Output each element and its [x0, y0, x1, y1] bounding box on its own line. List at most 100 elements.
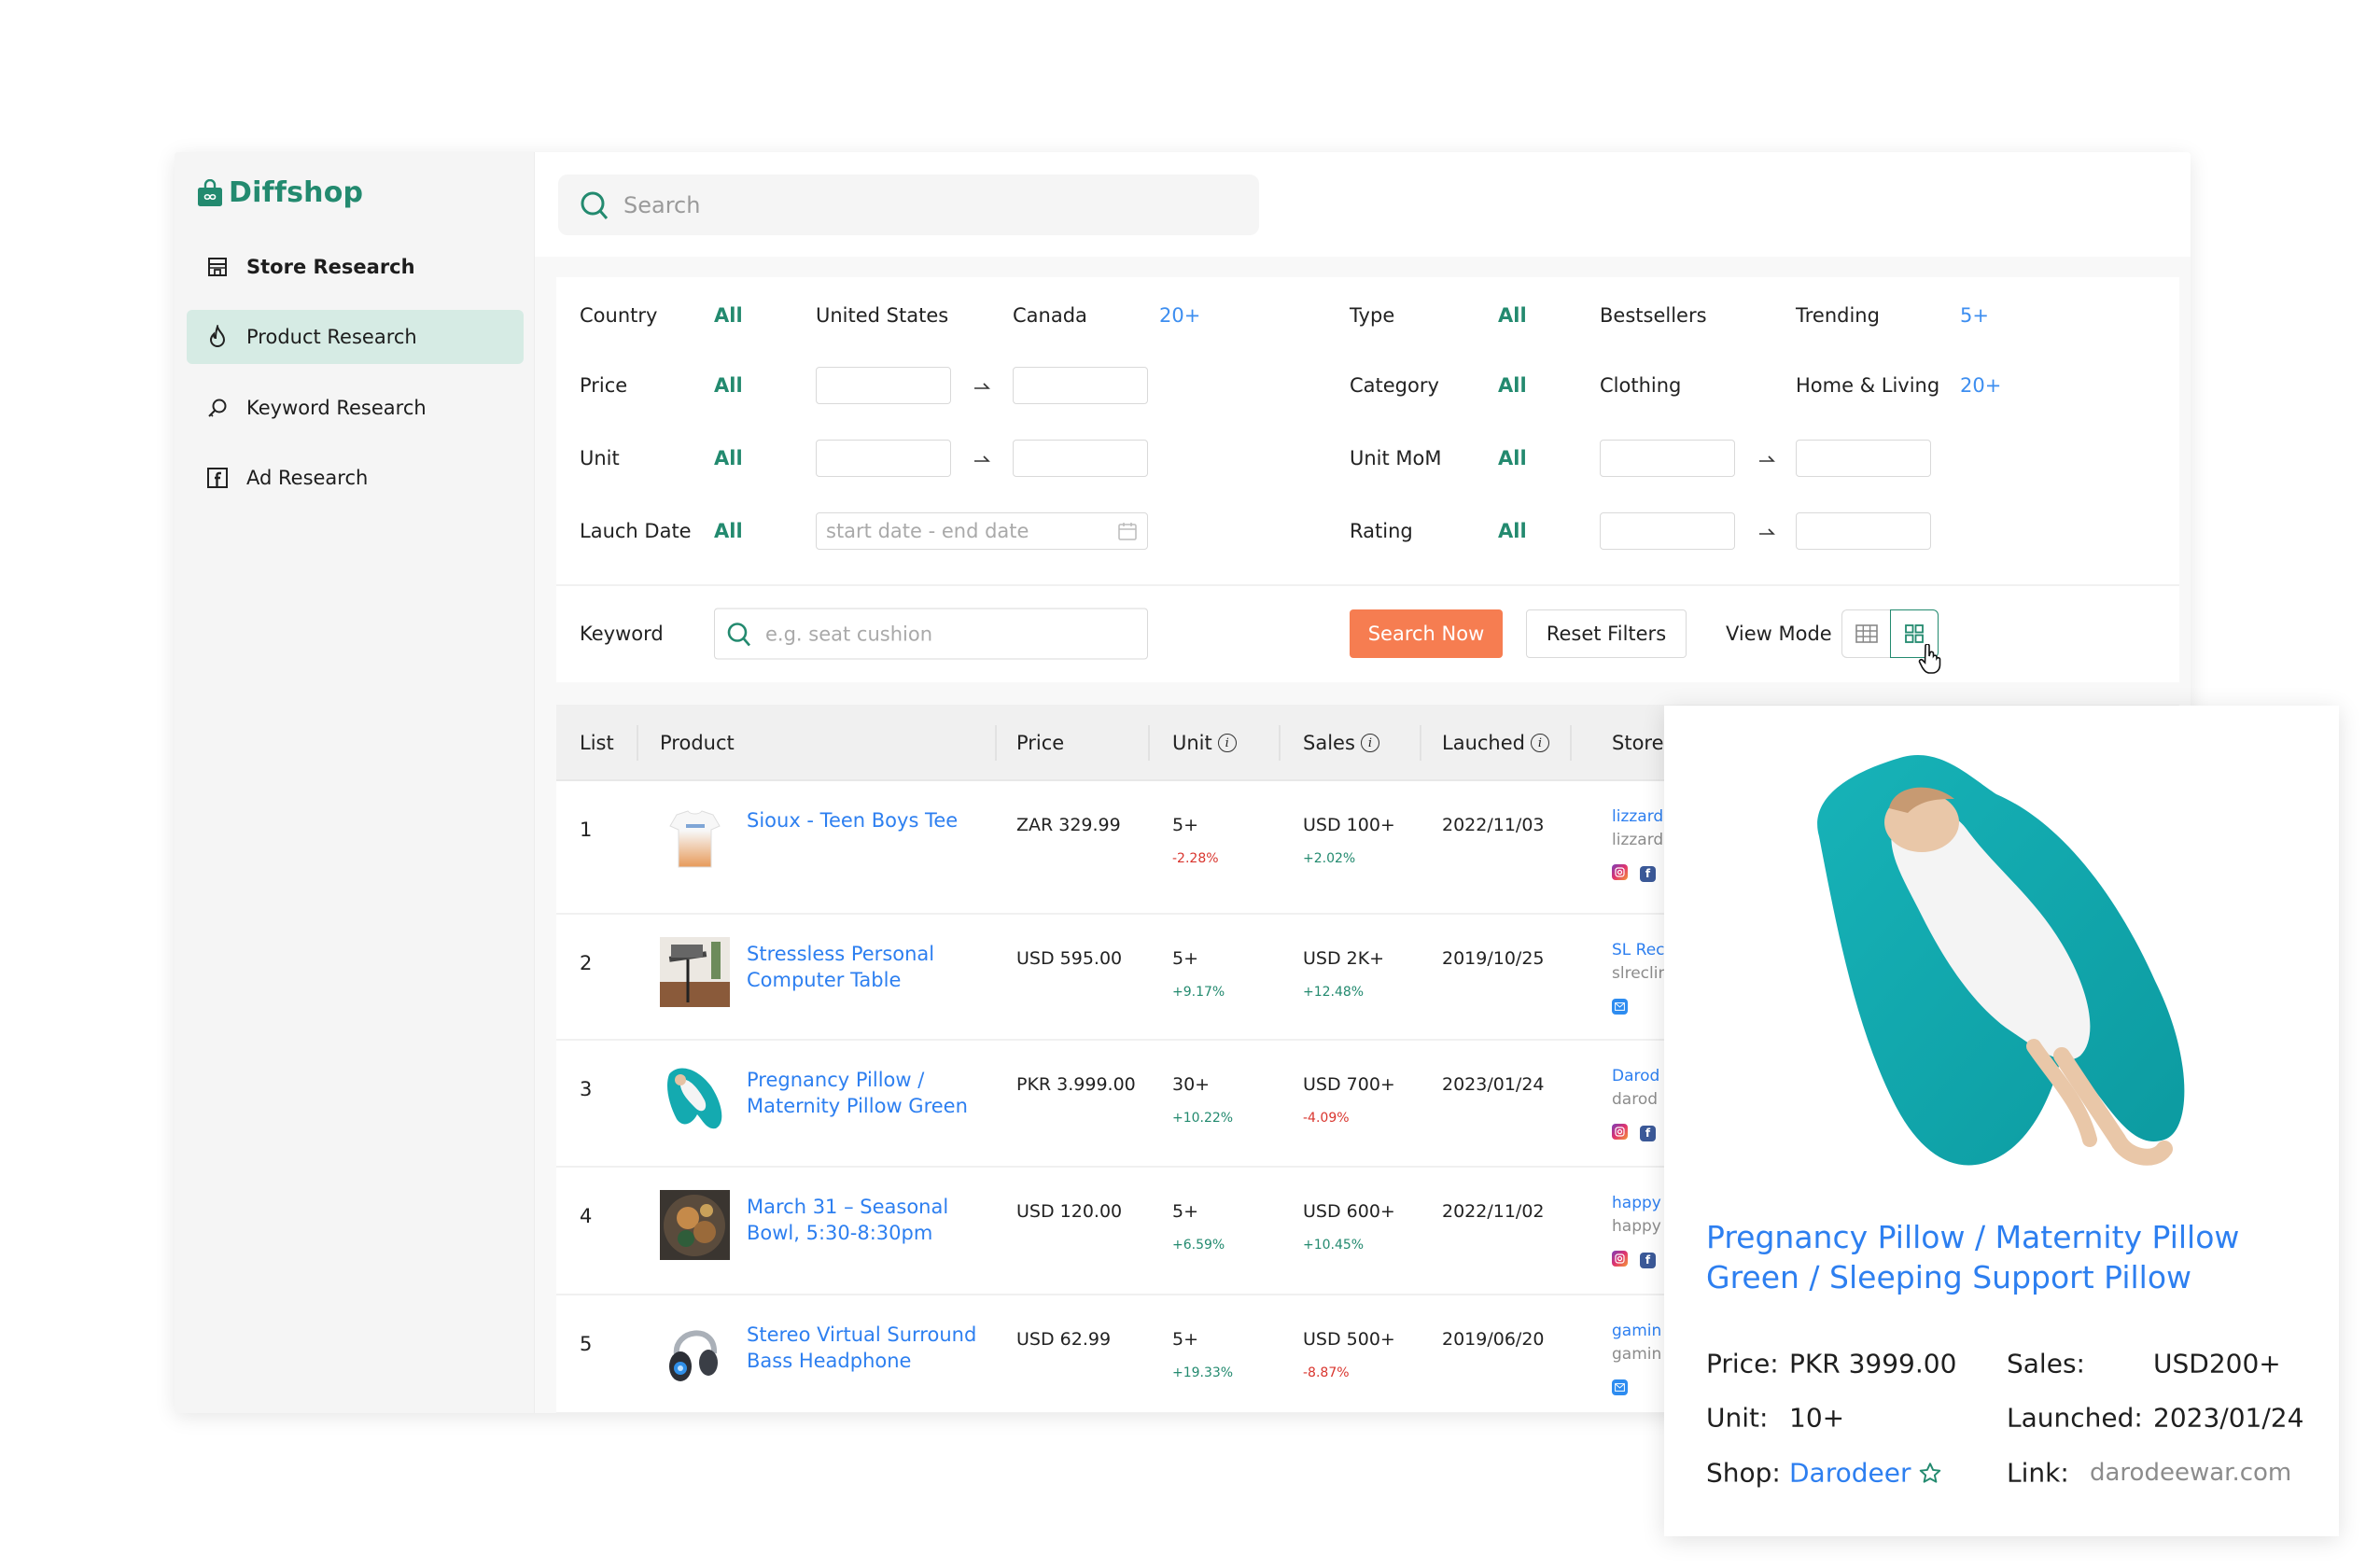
column-header-launched[interactable]: Lauched i — [1442, 732, 1549, 754]
filter-type-more[interactable]: 5+ — [1960, 304, 1989, 327]
sidebar-item-store-research[interactable]: Store Research — [187, 240, 524, 294]
product-thumbnail[interactable] — [660, 1190, 730, 1260]
column-divider — [637, 725, 638, 761]
unit-min-input[interactable] — [816, 440, 951, 477]
info-icon[interactable]: i — [1360, 734, 1379, 752]
email-icon[interactable] — [1612, 1379, 1628, 1395]
store-name-link[interactable]: lizzard — [1612, 807, 1663, 826]
row-index: 1 — [580, 819, 593, 841]
logo[interactable]: Diffshop — [197, 176, 363, 209]
facebook-icon[interactable]: f — [1640, 1252, 1656, 1268]
filter-country-option[interactable]: United States — [816, 304, 948, 327]
store-name-link[interactable]: happy — [1612, 1194, 1661, 1212]
info-icon[interactable]: i — [1217, 734, 1237, 752]
sidebar-item-label: Product Research — [246, 326, 417, 348]
price-value: ZAR 329.99 — [1016, 815, 1121, 835]
filter-country-option[interactable]: Canada — [1013, 304, 1087, 327]
unit-mom-min-input[interactable] — [1600, 440, 1735, 477]
sidebar-item-product-research[interactable]: Product Research — [187, 310, 524, 364]
store-name-link[interactable]: SL Rec — [1612, 941, 1665, 959]
filter-type-option[interactable]: Bestsellers — [1600, 304, 1707, 327]
hand-cursor-icon — [1918, 644, 1941, 674]
product-name-link[interactable]: Sioux - Teen Boys Tee — [747, 807, 985, 833]
product-name-link[interactable]: Stereo Virtual Surround Bass Headphone — [747, 1322, 985, 1374]
filter-category-all[interactable]: All — [1498, 374, 1527, 397]
launched-date: 2023/01/24 — [1442, 1074, 1545, 1095]
row-index: 3 — [580, 1078, 593, 1100]
social-links: f — [1612, 1248, 1668, 1268]
launch-date-range-input[interactable]: start date - end date — [816, 512, 1148, 550]
view-mode-label: View Mode — [1726, 623, 1832, 645]
product-thumbnail[interactable] — [660, 804, 730, 874]
sidebar-item-keyword-research[interactable]: Keyword Research — [187, 381, 524, 435]
sales-change: -8.87% — [1303, 1365, 1350, 1380]
table-view-button[interactable] — [1841, 609, 1890, 658]
column-header-sales[interactable]: Sales i — [1303, 732, 1379, 754]
shop-name: Darodeer — [1789, 1457, 1911, 1489]
filter-label-price: Price — [580, 374, 628, 397]
star-icon[interactable] — [1918, 1461, 1942, 1485]
filter-country-more[interactable]: 20+ — [1159, 304, 1200, 327]
shop-link[interactable]: Darodeer — [1789, 1458, 1942, 1489]
email-icon[interactable] — [1612, 999, 1628, 1015]
reset-filters-button[interactable]: Reset Filters — [1526, 609, 1687, 658]
store-name-link[interactable]: Darod — [1612, 1067, 1659, 1085]
filter-category-more[interactable]: 20+ — [1960, 374, 2001, 397]
column-header-unit[interactable]: Unit i — [1172, 732, 1237, 754]
sales-value: USD 600+ — [1303, 1201, 1395, 1222]
filter-price-all[interactable]: All — [714, 374, 743, 397]
product-name-link[interactable]: Pregnancy Pillow / Maternity Pillow Gree… — [747, 1067, 985, 1119]
rating-min-input[interactable] — [1600, 512, 1735, 550]
instagram-icon[interactable] — [1612, 1251, 1628, 1267]
column-divider — [1570, 725, 1572, 761]
facebook-icon — [205, 466, 230, 490]
keyword-input[interactable]: e.g. seat cushion — [714, 608, 1148, 660]
unit-change: +6.59% — [1172, 1238, 1225, 1253]
instagram-icon[interactable] — [1612, 1124, 1628, 1140]
product-name-link[interactable]: Stressless Personal Computer Table — [747, 941, 985, 993]
search-input[interactable]: Search — [558, 175, 1259, 235]
search-icon — [727, 622, 750, 646]
product-detail-card: Pregnancy Pillow / Maternity Pillow Gree… — [1664, 706, 2339, 1536]
filter-unit-all[interactable]: All — [714, 447, 743, 469]
filter-type-all[interactable]: All — [1498, 304, 1527, 327]
facebook-icon[interactable]: f — [1640, 865, 1656, 882]
filter-type-option[interactable]: Trending — [1796, 304, 1880, 327]
product-title-link[interactable]: Pregnancy Pillow / Maternity Pillow Gree… — [1706, 1217, 2303, 1297]
facebook-icon[interactable]: f — [1640, 1125, 1656, 1141]
column-label: Price — [1016, 732, 1065, 754]
column-header-store[interactable]: Store — [1612, 732, 1664, 754]
filter-rating-all[interactable]: All — [1498, 520, 1527, 542]
filter-category-option[interactable]: Home & Living — [1796, 374, 1939, 397]
filter-launch-date-all[interactable]: All — [714, 520, 743, 542]
sidebar-item-ad-research[interactable]: Ad Research — [187, 451, 524, 505]
product-name-link[interactable]: March 31 – Seasonal Bowl, 5:30-8:30pm — [747, 1194, 985, 1246]
product-thumbnail[interactable] — [660, 1063, 730, 1133]
rating-max-input[interactable] — [1796, 512, 1931, 550]
column-header-list[interactable]: List — [580, 732, 614, 754]
product-image[interactable] — [1782, 748, 2218, 1175]
store-name-link[interactable]: gamin — [1612, 1322, 1661, 1340]
unit-max-input[interactable] — [1013, 440, 1148, 477]
filter-label-country: Country — [580, 304, 658, 327]
sales-label: Sales: — [2007, 1348, 2085, 1379]
price-max-input[interactable] — [1013, 367, 1148, 404]
store-domain: gamin — [1612, 1345, 1662, 1364]
column-header-product[interactable]: Product — [660, 732, 735, 754]
search-now-button[interactable]: Search Now — [1350, 609, 1503, 658]
filter-country-all[interactable]: All — [714, 304, 743, 327]
launched-date: 2019/06/20 — [1442, 1329, 1545, 1350]
unit-mom-max-input[interactable] — [1796, 440, 1931, 477]
filter-category-option[interactable]: Clothing — [1600, 374, 1681, 397]
filter-unit-mom-all[interactable]: All — [1498, 447, 1527, 469]
sales-change: -4.09% — [1303, 1111, 1350, 1126]
price-min-input[interactable] — [816, 367, 951, 404]
instagram-icon[interactable] — [1612, 864, 1628, 880]
product-thumbnail[interactable] — [660, 1318, 730, 1388]
price-value: USD 120.00 — [1016, 1201, 1123, 1222]
product-thumbnail[interactable] — [660, 937, 730, 1007]
store-url-link[interactable]: darodeewar.com — [2090, 1459, 2291, 1487]
column-divider — [995, 725, 997, 761]
column-header-price[interactable]: Price — [1016, 732, 1064, 754]
info-icon[interactable]: i — [1530, 734, 1549, 752]
